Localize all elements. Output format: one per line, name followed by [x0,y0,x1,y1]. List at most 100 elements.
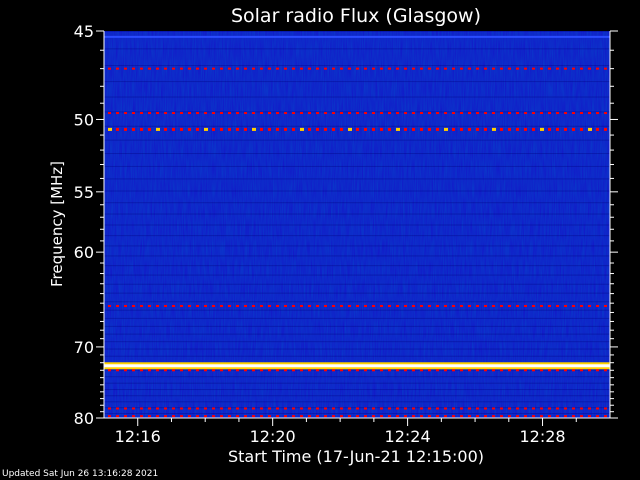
emission-mark [484,67,487,70]
channel-stripe [104,389,610,391]
emission-mark [548,67,551,70]
emission-mark [108,304,111,307]
emission-mark [276,112,279,115]
emission-band-core [104,364,610,368]
emission-mark [372,415,375,418]
channel-stripe [104,325,610,327]
channel-stripe [104,31,610,32]
emission-mark [236,127,239,131]
emission-mark [404,112,407,115]
emission-mark [364,112,367,115]
emission-mark [116,67,119,70]
emission-mark [420,407,423,410]
emission-mark [508,407,511,410]
emission-mark [412,304,415,307]
emission-mark [156,369,159,372]
emission-mark [204,415,207,418]
emission-mark [596,127,599,131]
emission-mark [388,67,391,70]
emission-mark [516,369,519,372]
emission-mark [420,127,423,131]
emission-mark [412,67,415,70]
emission-mark [268,304,271,307]
emission-mark [564,415,567,418]
emission-mark [372,369,375,372]
emission-peak [444,127,448,131]
emission-mark [532,415,535,418]
emission-mark [116,127,119,131]
emission-mark [444,415,447,418]
emission-mark [540,407,543,410]
emission-mark [452,127,455,131]
emission-mark [220,369,223,372]
emission-mark [148,112,151,115]
emission-mark [428,415,431,418]
channel-stripe [104,283,610,285]
emission-mark [252,407,255,410]
emission-mark [484,407,487,410]
emission-mark [284,407,287,410]
emission-mark [364,304,367,307]
emission-mark [484,127,487,131]
emission-mark [276,127,279,131]
emission-mark [572,369,575,372]
emission-mark [132,369,135,372]
emission-mark [116,304,119,307]
emission-mark [236,407,239,410]
x-tick-label: 12:16 [115,427,161,446]
emission-mark [268,407,271,410]
emission-mark [428,127,431,131]
emission-mark [156,415,159,418]
emission-mark [276,67,279,70]
emission-mark [156,304,159,307]
emission-mark [124,304,127,307]
emission-peak [492,127,496,131]
emission-peak [204,127,208,131]
emission-mark [116,369,119,372]
x-axis: 12:16 12:20 12:24 12:28 [104,417,610,446]
emission-mark [356,112,359,115]
emission-mark [428,407,431,410]
emission-mark [164,415,167,418]
emission-mark [508,67,511,70]
emission-mark [580,304,583,307]
emission-mark [492,67,495,70]
emission-mark [124,369,127,372]
emission-mark [244,415,247,418]
emission-mark [180,369,183,372]
emission-mark [164,67,167,70]
emission-mark [460,369,463,372]
emission-mark [420,112,423,115]
emission-mark [316,415,319,418]
emission-mark [324,407,327,410]
emission-mark [260,127,263,131]
emission-mark [428,67,431,70]
emission-mark [132,67,135,70]
emission-mark [508,415,511,418]
emission-mark [292,127,295,131]
emission-mark [308,407,311,410]
y-tick-label: 55 [74,183,94,202]
emission-mark [276,407,279,410]
emission-mark [308,112,311,115]
emission-mark [372,127,375,131]
emission-mark [108,67,111,70]
emission-mark [284,127,287,131]
emission-mark [156,67,159,70]
emission-mark [276,415,279,418]
emission-mark [132,407,135,410]
emission-mark [220,67,223,70]
emission-mark [132,127,135,131]
emission-mark [228,112,231,115]
channel-stripe [104,333,610,335]
emission-mark [140,67,143,70]
emission-mark [300,407,303,410]
emission-mark [580,127,583,131]
channel-stripe [104,412,610,414]
emission-mark [204,112,207,115]
emission-mark [236,304,239,307]
emission-mark [492,304,495,307]
emission-mark [596,67,599,70]
emission-mark [388,127,391,131]
emission-mark [588,369,591,372]
